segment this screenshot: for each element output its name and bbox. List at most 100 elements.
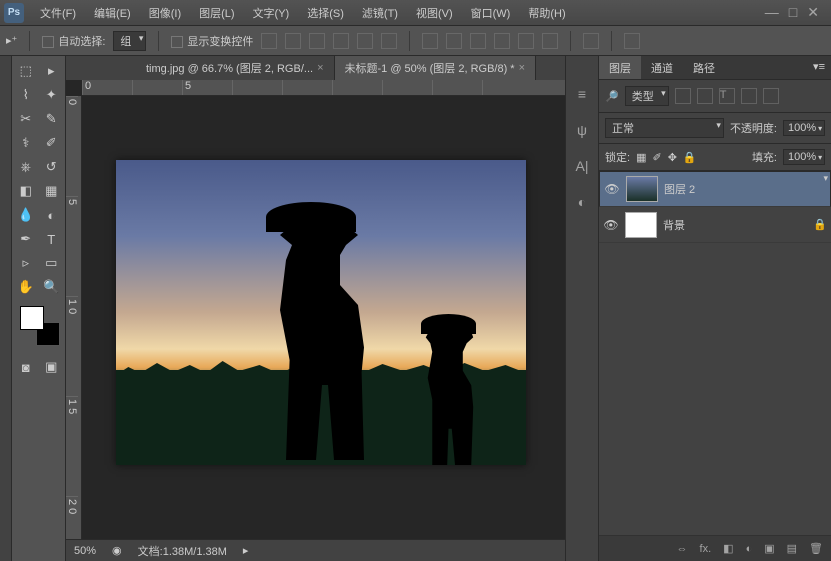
blur-tool[interactable]: 💧 <box>14 204 38 226</box>
status-icon[interactable]: ◉ <box>112 544 122 557</box>
layer-row[interactable]: 👁 背景 🔒 <box>599 207 831 243</box>
auto-select-dropdown[interactable]: 组 <box>113 31 146 51</box>
panel-tab-layers[interactable]: 图层 <box>599 56 641 79</box>
hand-tool[interactable]: ✋ <box>14 276 38 298</box>
layer-thumbnail[interactable] <box>626 176 658 202</box>
adjustment-icon[interactable]: ◐ <box>746 543 753 555</box>
distribute-icon[interactable] <box>542 33 558 49</box>
panel-tab-paths[interactable]: 路径 <box>683 56 725 79</box>
link-icon[interactable]: ⇔ <box>677 543 688 555</box>
move-tool[interactable]: ▸ <box>40 60 64 82</box>
distribute-icon[interactable] <box>446 33 462 49</box>
color-swatches[interactable] <box>20 306 60 346</box>
menu-edit[interactable]: 编辑(E) <box>86 2 139 24</box>
close-tab-icon[interactable]: × <box>317 62 323 74</box>
align-icon[interactable] <box>357 33 373 49</box>
lasso-tool[interactable]: ⌇ <box>14 84 38 106</box>
layer-thumbnail[interactable] <box>625 212 657 238</box>
doc-size[interactable]: 文档:1.38M/1.38M <box>138 543 227 559</box>
show-transform-checkbox[interactable]: 显示变换控件 <box>171 33 253 49</box>
eyedropper-tool[interactable]: ✎ <box>40 108 64 130</box>
arrange-icon[interactable] <box>583 33 599 49</box>
distribute-icon[interactable] <box>494 33 510 49</box>
align-icon[interactable] <box>285 33 301 49</box>
distribute-icon[interactable] <box>518 33 534 49</box>
wand-tool[interactable]: ✦ <box>40 84 64 106</box>
menu-type[interactable]: 文字(Y) <box>245 2 298 24</box>
zoom-level[interactable]: 50% <box>74 545 96 557</box>
lock-position-icon[interactable]: ✥ <box>668 151 677 164</box>
align-icon[interactable] <box>333 33 349 49</box>
align-icon[interactable] <box>261 33 277 49</box>
dodge-tool[interactable]: ◐ <box>40 204 64 226</box>
quickmask-tool[interactable]: ◙ <box>14 356 38 378</box>
char-panel-icon[interactable]: ψ <box>577 122 587 138</box>
pen-tool[interactable]: ✒ <box>14 228 38 250</box>
layer-name[interactable]: 背景 <box>663 217 685 233</box>
marquee-tool[interactable]: ⬚ <box>14 60 38 82</box>
menu-filter[interactable]: 滤镜(T) <box>354 2 406 24</box>
menu-select[interactable]: 选择(S) <box>299 2 352 24</box>
panel-menu-icon[interactable]: ▾≡ <box>807 56 831 79</box>
screenmode-tool[interactable]: ▣ <box>40 356 64 378</box>
panel-tab-channels[interactable]: 通道 <box>641 56 683 79</box>
align-icon[interactable] <box>309 33 325 49</box>
history-panel-icon[interactable]: ≡ <box>578 86 586 102</box>
left-dock-tab[interactable] <box>0 56 12 561</box>
move-tool-icon[interactable]: ▸⁺ <box>6 34 17 47</box>
fx-icon[interactable]: fx. <box>700 543 712 555</box>
align-icon[interactable] <box>381 33 397 49</box>
lock-all-icon[interactable]: 🔒 <box>683 151 697 164</box>
shape-tool[interactable]: ▭ <box>40 252 64 274</box>
eraser-tool[interactable]: ◧ <box>14 180 38 202</box>
close-tab-icon[interactable]: × <box>519 62 525 74</box>
filter-type-icon[interactable]: T <box>719 88 735 104</box>
type-tool[interactable]: T <box>40 228 64 250</box>
crop-tool[interactable]: ✂ <box>14 108 38 130</box>
canvas[interactable] <box>116 160 526 465</box>
auto-select-checkbox[interactable]: 自动选择: <box>42 33 105 49</box>
filter-adjust-icon[interactable] <box>697 88 713 104</box>
maximize-icon[interactable]: □ <box>789 4 797 21</box>
distribute-icon[interactable] <box>422 33 438 49</box>
fill-input[interactable]: 100% <box>783 149 825 165</box>
visibility-icon[interactable]: 👁 <box>604 182 620 196</box>
lock-pixels-icon[interactable]: ✐ <box>652 151 661 164</box>
close-icon[interactable]: ✕ <box>807 4 819 21</box>
layer-row[interactable]: 👁 图层 2 <box>599 171 831 207</box>
lock-transparency-icon[interactable]: ▦ <box>636 151 646 164</box>
menu-help[interactable]: 帮助(H) <box>520 2 573 24</box>
stamp-tool[interactable]: ⎈ <box>14 156 38 178</box>
gradient-tool[interactable]: ▦ <box>40 180 64 202</box>
doc-tab[interactable]: timg.jpg @ 66.7% (图层 2, RGB/...× <box>136 56 335 80</box>
distribute-icon[interactable] <box>470 33 486 49</box>
minimize-icon[interactable]: — <box>765 4 779 21</box>
search-icon[interactable]: 🔎 <box>605 90 619 103</box>
zoom-tool[interactable]: 🔍 <box>40 276 64 298</box>
path-tool[interactable]: ▹ <box>14 252 38 274</box>
properties-panel-icon[interactable]: ◐ <box>578 194 586 210</box>
status-arrow-icon[interactable]: ▸ <box>243 544 249 557</box>
brush-tool[interactable]: ✐ <box>40 132 64 154</box>
heal-tool[interactable]: ⚕ <box>14 132 38 154</box>
menu-view[interactable]: 视图(V) <box>408 2 461 24</box>
visibility-icon[interactable]: 👁 <box>603 218 619 232</box>
menu-layer[interactable]: 图层(L) <box>191 2 242 24</box>
opacity-input[interactable]: 100% <box>783 120 825 136</box>
history-brush-tool[interactable]: ↺ <box>40 156 64 178</box>
filter-type-dropdown[interactable]: 类型 <box>625 86 669 106</box>
mode-icon[interactable] <box>624 33 640 49</box>
menu-file[interactable]: 文件(F) <box>32 2 84 24</box>
menu-image[interactable]: 图像(I) <box>141 2 189 24</box>
filter-smart-icon[interactable] <box>763 88 779 104</box>
blend-mode-dropdown[interactable]: 正常 <box>605 118 724 138</box>
filter-shape-icon[interactable] <box>741 88 757 104</box>
filter-pixel-icon[interactable] <box>675 88 691 104</box>
group-icon[interactable]: ▣ <box>764 542 774 555</box>
menu-window[interactable]: 窗口(W) <box>463 2 519 24</box>
doc-tab[interactable]: 未标题-1 @ 50% (图层 2, RGB/8) *× <box>335 56 537 80</box>
new-layer-icon[interactable]: ▤ <box>787 542 797 555</box>
layer-name[interactable]: 图层 2 <box>664 181 695 197</box>
delete-icon[interactable]: 🗑 <box>809 542 823 555</box>
mask-icon[interactable]: ◧ <box>723 542 733 555</box>
